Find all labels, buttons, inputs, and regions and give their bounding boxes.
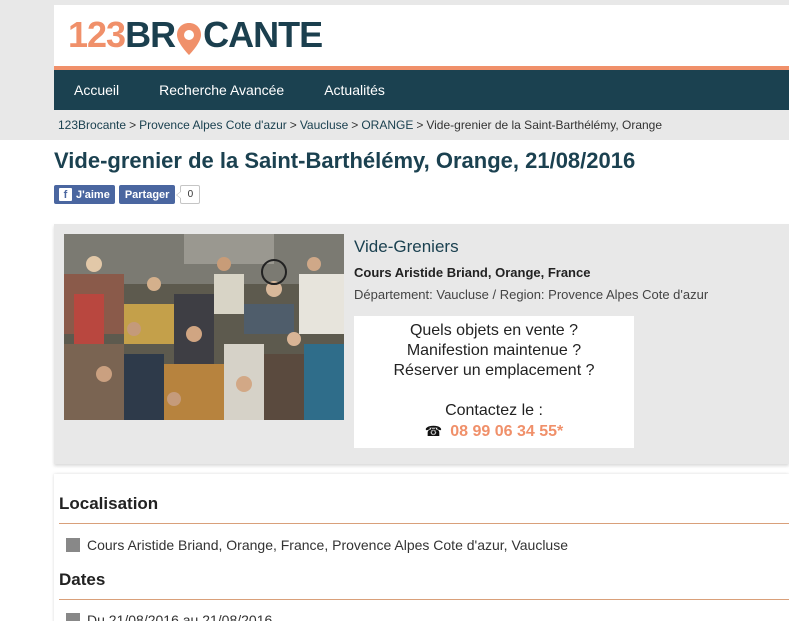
promo-phone-number: 08 99 06 34 55* <box>450 423 564 440</box>
event-photo <box>64 234 344 420</box>
event-address: Cours Aristide Briand, Orange, France <box>354 265 591 280</box>
promo-line: Réserver un emplacement ? <box>393 362 595 379</box>
facebook-icon: f <box>59 188 72 201</box>
site-header: 123 BR CANTE <box>54 5 789 66</box>
nav-actualites[interactable]: Actualités <box>324 82 385 98</box>
site-logo[interactable]: 123 BR CANTE <box>68 14 323 56</box>
breadcrumb-department[interactable]: Vaucluse <box>300 118 348 132</box>
move-arrows-icon <box>66 613 80 621</box>
dates-heading: Dates <box>59 570 106 589</box>
like-label: J'aime <box>76 188 110 201</box>
main-nav: Accueil Recherche Avancée Actualités <box>54 70 789 110</box>
facebook-like-button[interactable]: f J'aime <box>54 185 115 204</box>
location-heading: Localisation <box>59 494 159 513</box>
breadcrumb-region[interactable]: Provence Alpes Cote d'azur <box>139 118 287 132</box>
breadcrumb-current: Vide-grenier de la Saint-Barthélémy, Ora… <box>426 118 663 132</box>
breadcrumb-sep: > <box>416 118 424 132</box>
section-divider <box>59 523 789 524</box>
telephone-icon: ☎ <box>424 423 443 439</box>
facebook-share-button[interactable]: Partager <box>118 185 176 204</box>
breadcrumb-sep: > <box>289 118 297 132</box>
contact-promo-box[interactable]: Quels objets en vente ? Manifestion main… <box>354 316 634 448</box>
nav-accueil[interactable]: Accueil <box>74 82 119 98</box>
location-row: Cours Aristide Briand, Orange, France, P… <box>66 537 568 553</box>
promo-contact: Contactez le : <box>445 402 543 419</box>
info-panel: Localisation Cours Aristide Briand, Oran… <box>54 474 789 621</box>
promo-phone-row[interactable]: ☎ 08 99 06 34 55* <box>354 421 634 442</box>
social-bar: f J'aime Partager 0 <box>54 185 201 204</box>
breadcrumb-home[interactable]: 123Brocante <box>58 118 126 132</box>
location-text: Cours Aristide Briand, Orange, France, P… <box>87 537 568 553</box>
page-title: Vide-grenier de la Saint-Barthélémy, Ora… <box>54 148 636 173</box>
share-count: 0 <box>176 185 201 204</box>
nav-recherche-avancee[interactable]: Recherche Avancée <box>159 82 284 98</box>
promo-line: Quels objets en vente ? <box>409 322 579 339</box>
section-divider <box>59 599 789 600</box>
breadcrumb: 123Brocante > Provence Alpes Cote d'azur > V… <box>58 118 662 132</box>
breadcrumb-city[interactable]: ORANGE <box>361 118 413 132</box>
promo-line: Manifestion maintenue ? <box>406 342 582 359</box>
event-category-link[interactable]: Vide-Greniers <box>354 237 459 257</box>
breadcrumb-sep: > <box>351 118 359 132</box>
map-pin-icon <box>176 22 202 56</box>
logo-brand-start: BR <box>125 14 176 55</box>
dates-row: Du 21/08/2016 au 21/08/2016 <box>66 612 272 621</box>
promo-spacer <box>354 381 634 401</box>
breadcrumb-sep: > <box>129 118 137 132</box>
logo-brand-end: CANTE <box>203 14 323 55</box>
logo-number: 123 <box>68 14 126 55</box>
move-arrows-icon <box>66 538 80 552</box>
event-card: Vide-Greniers Cours Aristide Briand, Ora… <box>54 224 789 464</box>
event-department: Département: Vaucluse / Region: Provence… <box>354 287 709 302</box>
dates-text: Du 21/08/2016 au 21/08/2016 <box>87 612 273 621</box>
